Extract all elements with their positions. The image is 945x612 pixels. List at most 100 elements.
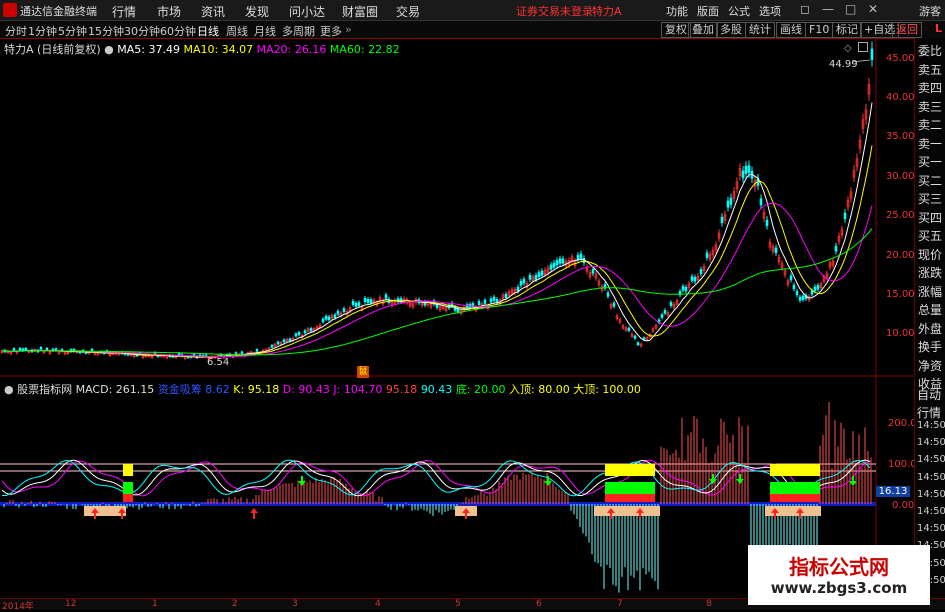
tool-back[interactable]: 返回 — [892, 22, 922, 38]
period-weekly[interactable]: 周线 — [226, 23, 248, 39]
quote-field-label[interactable]: 卖二 — [918, 116, 942, 133]
period-1min[interactable]: 1分钟 — [28, 23, 57, 39]
menu-market[interactable]: 市场 — [157, 3, 181, 20]
big-top-value: 大顶: 100.00 — [573, 383, 641, 396]
quote-field-label[interactable]: 净资 — [918, 357, 942, 374]
menu-ask[interactable]: 问小达 — [289, 3, 325, 20]
close-icon[interactable]: ✕ — [868, 2, 878, 16]
tool-stats[interactable]: 统计 — [745, 22, 775, 38]
menu-news[interactable]: 资讯 — [201, 3, 225, 20]
candle-body — [234, 352, 238, 355]
candle-body — [336, 310, 340, 315]
quote-field-label[interactable]: 买四 — [918, 209, 942, 226]
indicator-info: ● 股票指标网 MACD: 261.15 资金吸筹 8.62 K: 95.18 … — [4, 381, 641, 397]
menu-options[interactable]: 选项 — [759, 3, 781, 19]
event-flag[interactable]: 鼠 — [357, 366, 369, 378]
quote-field-label[interactable]: 委比 — [918, 42, 942, 59]
indicator-name: 股票指标网 — [17, 383, 73, 396]
quote-field-label[interactable]: 卖五 — [918, 61, 942, 78]
candle-body — [549, 264, 553, 270]
candle-body — [333, 314, 337, 319]
candle-body — [561, 258, 565, 264]
price-tick: 30.00 — [886, 171, 915, 182]
signal-green — [605, 482, 655, 494]
tool-adjust[interactable]: 复权 — [661, 22, 691, 38]
candle-body — [816, 285, 820, 290]
tool-multistock[interactable]: 多股 — [716, 22, 746, 38]
menu-discover[interactable]: 发现 — [245, 3, 269, 20]
quote-field-label[interactable]: 卖四 — [918, 79, 942, 96]
restore-icon[interactable]: ◻ — [800, 2, 810, 16]
candle-body — [693, 277, 697, 282]
tick-time-label: 14:50 — [917, 420, 945, 431]
menu-quotes[interactable]: 行情 — [112, 3, 136, 20]
quote-field-label[interactable]: 现价 — [918, 246, 942, 263]
quote-field-label[interactable]: 买五 — [918, 227, 942, 244]
period-15min[interactable]: 15分钟 — [88, 23, 124, 39]
menu-function[interactable]: 功能 — [666, 3, 688, 19]
title-bar: 通达信金融终端 行情 市场 资讯 发现 问小达 财富圈 交易 证券交易未登录 特… — [0, 0, 945, 21]
panel-tab[interactable]: 自动 — [917, 386, 941, 403]
candle-body — [12, 348, 16, 351]
line2-value: 90.43 — [420, 383, 453, 396]
chart-area — [0, 38, 914, 598]
period-more[interactable]: 更多 — [320, 23, 342, 39]
candle-body — [540, 270, 544, 276]
quote-field-label[interactable]: 外盘 — [918, 320, 942, 337]
indicator-value-badge: 16.13 — [876, 486, 910, 497]
candle-body — [726, 200, 730, 208]
period-5min[interactable]: 5分钟 — [58, 23, 87, 39]
indicator-chart — [0, 402, 876, 598]
tick-time-label: 14:50 — [917, 471, 945, 483]
candle-body — [627, 327, 631, 331]
quote-field-label[interactable]: 买二 — [918, 172, 942, 189]
d-value: D: 90.43 — [282, 383, 330, 396]
k-value: K: 95.18 — [233, 383, 280, 396]
candle-body — [612, 302, 616, 307]
tool-f10[interactable]: F10 — [805, 22, 834, 38]
period-daily[interactable]: 日线 — [197, 23, 219, 39]
maximize-icon[interactable]: □ — [845, 2, 856, 16]
menu-layout[interactable]: 版面 — [697, 3, 719, 19]
period-multi[interactable]: 多周期 — [282, 23, 315, 39]
login-notice[interactable]: 证券交易未登录 — [516, 3, 593, 19]
candle-body — [303, 330, 307, 334]
tick-time-label: 14:50 — [917, 437, 945, 449]
tool-draw[interactable]: 画线 — [776, 22, 806, 38]
more-dropdown-icon[interactable]: » — [345, 23, 352, 36]
period-30min[interactable]: 30分钟 — [124, 23, 160, 39]
period-60min[interactable]: 60分钟 — [160, 23, 196, 39]
candle-body — [297, 332, 301, 336]
time-tick: 12 — [65, 599, 77, 609]
ind-tick: 100.0 — [888, 459, 917, 470]
candle-body — [744, 165, 748, 174]
quote-field-label[interactable]: 卖三 — [918, 98, 942, 115]
panel-tab[interactable]: 行情 — [917, 404, 941, 421]
line1-value: 95.18 — [385, 383, 418, 396]
tool-mark[interactable]: 标记 — [832, 22, 862, 38]
indicator-settings-icon[interactable]: ● — [4, 383, 14, 396]
tool-overlay[interactable]: 叠加 — [688, 22, 718, 38]
time-tick: 3 — [292, 599, 298, 609]
menu-formula[interactable]: 公式 — [728, 3, 750, 19]
quote-field-label[interactable]: 涨跌 — [918, 264, 942, 281]
minimize-icon[interactable]: — — [822, 2, 834, 16]
quote-field-label[interactable]: 买一 — [918, 153, 942, 170]
menu-wealth[interactable]: 财富圈 — [342, 3, 378, 20]
signal-pad — [594, 506, 660, 516]
period-monthly[interactable]: 月线 — [254, 23, 276, 39]
quote-field-label[interactable]: 卖一 — [918, 135, 942, 152]
candle-body — [789, 275, 793, 281]
ind-tick: 200.0 — [888, 418, 917, 429]
watermark: 指标公式网 www.zbgs3.com — [748, 545, 930, 605]
candle-body — [576, 255, 580, 261]
quote-field-label[interactable]: 涨幅 — [918, 283, 942, 300]
guest-login[interactable]: 游客 — [919, 3, 941, 19]
quote-field-label[interactable]: 总量 — [918, 301, 942, 318]
period-timeshare[interactable]: 分时 — [5, 23, 27, 39]
quote-field-label[interactable]: 买三 — [918, 190, 942, 207]
quote-field-label[interactable]: 换手 — [918, 338, 942, 355]
candle-body — [276, 341, 280, 345]
time-tick: 4 — [375, 599, 381, 609]
menu-trade[interactable]: 交易 — [396, 3, 420, 20]
